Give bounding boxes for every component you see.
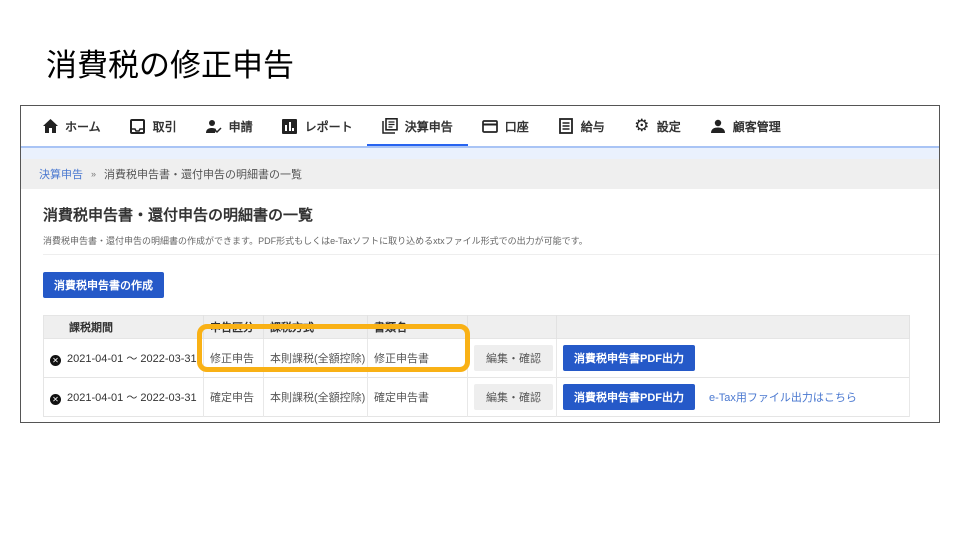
period: 2021-04-01 ～ 2022-03-31 [67,353,197,365]
nav-item-customers[interactable]: 顧客管理 [709,106,782,146]
header-actions [556,315,910,339]
nav-label: 設定 [656,119,681,134]
user-check-icon [205,118,222,134]
highlight-box [197,324,470,372]
pdf-export-button[interactable]: 消費税申告書PDF出力 [563,384,695,410]
top-nav: ホーム 取引 申請 レポート 決算申告 口座 給与 ⚙ 設定 顧客管理 [21,106,939,146]
period: 2021-04-01 ～ 2022-03-31 [67,392,197,404]
header-edit [467,315,557,339]
nav-item-requests[interactable]: 申請 [205,106,254,146]
nav-label: レポート [304,119,353,134]
nav-label: 申請 [228,119,253,134]
filing-type: 確定申告 [203,377,264,417]
breadcrumb-separator: » [91,169,97,179]
nav-label: 口座 [504,119,529,134]
nav-item-settings[interactable]: ⚙ 設定 [633,106,682,146]
nav-label: 給与 [580,119,605,134]
divider [43,254,939,255]
nav-item-settlement[interactable]: 決算申告 [366,106,468,146]
inbox-icon [130,118,146,134]
nav-item-payroll[interactable]: 給与 [557,106,606,146]
table-header: 課税期間 申告区分 課税方式 書類名 [43,315,910,339]
subheader-strip [21,148,939,159]
person-icon [710,118,726,134]
create-tax-return-button[interactable]: 消費税申告書の作成 [43,272,164,298]
delete-icon[interactable]: ✕ [50,355,61,366]
app-screenshot: ホーム 取引 申請 レポート 決算申告 口座 給与 ⚙ 設定 顧客管理 決算申告 [20,105,940,423]
bar-chart-icon [282,118,298,134]
credit-card-icon [481,118,498,134]
nav-item-home[interactable]: ホーム [41,106,102,146]
returns-table: 課税期間 申告区分 課税方式 書類名 ✕ 2021-04-01 ～ 2022-03… [43,315,910,417]
breadcrumb-current: 消費税申告書・還付申告の明細書の一覧 [104,169,303,181]
table-row: ✕ 2021-04-01 ～ 2022-03-31 確定申告 本則課税(全額控除)… [43,377,910,417]
nav-label: 決算申告 [404,119,453,134]
nav-item-transactions[interactable]: 取引 [129,106,178,146]
nav-label: ホーム [65,119,101,134]
table-row: ✕ 2021-04-01 ～ 2022-03-31 修正申告 本則課税(全額控除)… [43,338,910,378]
tax-method: 本則課税(全額控除) [263,377,368,417]
delete-icon[interactable]: ✕ [50,394,61,405]
pdf-export-button[interactable]: 消費税申告書PDF出力 [563,345,695,371]
nav-item-reports[interactable]: レポート [281,106,354,146]
page-title: 消費税申告書・還付申告の明細書の一覧 [43,207,314,224]
nav-label: 取引 [152,119,177,134]
edit-confirm-button[interactable]: 編集・確認 [474,384,553,410]
breadcrumb: 決算申告 » 消費税申告書・還付申告の明細書の一覧 [21,159,939,189]
gear-icon: ⚙ [634,116,650,135]
breadcrumb-link-settlement[interactable]: 決算申告 [39,166,83,182]
list-document-icon [558,118,574,134]
header-period: 課税期間 [43,315,204,339]
home-icon [42,118,58,134]
document-name: 確定申告書 [367,377,468,417]
edit-confirm-button[interactable]: 編集・確認 [474,345,553,371]
slide-title: 消費税の修正申告 [46,48,294,83]
nav-item-accounts[interactable]: 口座 [481,106,530,146]
page-description: 消費税申告書・還付申告の明細書の作成ができます。PDF形式もしくはe-Taxソフ… [43,236,588,246]
nav-label: 顧客管理 [732,119,781,134]
etax-export-link[interactable]: e-Tax用ファイル出力はこちら [709,392,857,404]
documents-icon [381,118,398,134]
